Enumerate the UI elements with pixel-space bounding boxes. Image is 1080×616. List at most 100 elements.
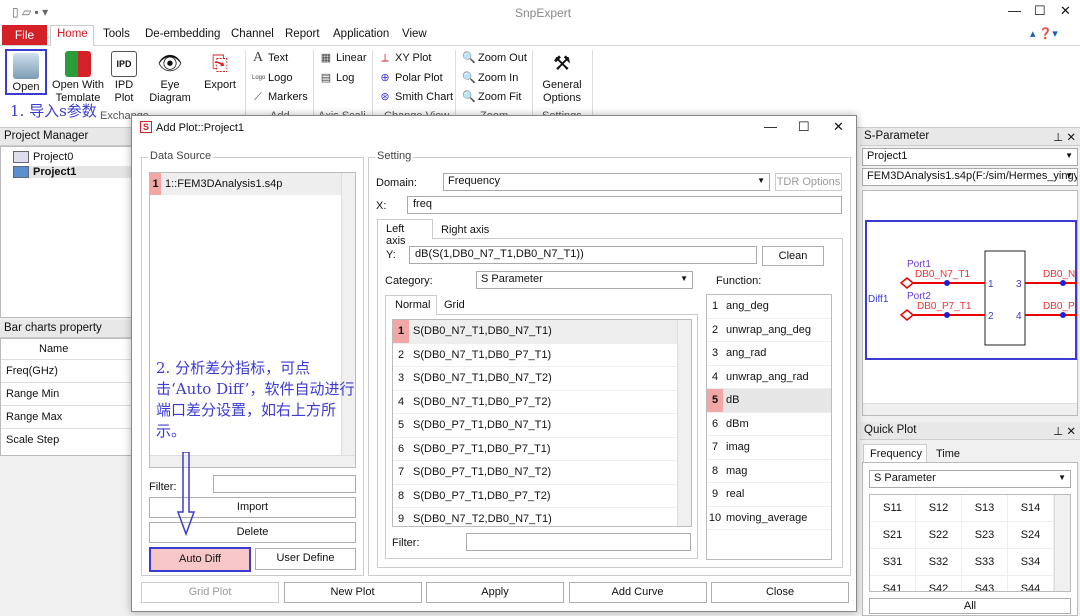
tab-left-axis[interactable]: Left axis	[377, 219, 433, 247]
parameter-item[interactable]: 6 S(DB0_P7_T1,DB0_P7_T1)	[393, 438, 691, 461]
parameter-item[interactable]: 3 S(DB0_N7_T1,DB0_N7_T2)	[393, 367, 691, 391]
s-param-cell[interactable]: S34	[1008, 549, 1054, 576]
function-item[interactable]: 4 unwrap_ang_rad	[707, 366, 831, 389]
open-button[interactable]: Open	[5, 49, 47, 95]
y-expression-input[interactable]: dB(S(1,DB0_N7_T1,DB0_N7_T1))	[409, 246, 757, 264]
dialog-close-button[interactable]: ✕	[833, 119, 844, 135]
all-button[interactable]: All	[869, 598, 1071, 614]
zoom-fit-button[interactable]: 🔍 Zoom Fit	[462, 91, 521, 103]
clean-button[interactable]: Clean	[762, 246, 824, 266]
s-param-cell[interactable]: S22	[916, 522, 962, 549]
s-param-cell[interactable]: S14	[1008, 495, 1054, 522]
help-icon[interactable]: ▴ ❓▾	[1030, 27, 1058, 40]
tab-application[interactable]: Application	[333, 28, 389, 40]
x-input[interactable]: freq	[407, 196, 842, 214]
tab-grid[interactable]: Grid	[444, 299, 465, 311]
s-param-cell[interactable]: S33	[962, 549, 1008, 576]
tab-right-axis[interactable]: Right axis	[441, 224, 489, 236]
function-item[interactable]: 2 unwrap_ang_deg	[707, 319, 831, 342]
function-item[interactable]: 6 dBm	[707, 413, 831, 436]
s-param-cell[interactable]: S24	[1008, 522, 1054, 549]
property-row[interactable]: Scale Step	[1, 429, 134, 452]
tab-normal[interactable]: Normal	[385, 295, 437, 315]
tab-view[interactable]: View	[402, 28, 427, 40]
log-button[interactable]: ▤ Log	[320, 72, 355, 84]
s-param-cell[interactable]: S41	[870, 576, 916, 591]
auto-diff-button[interactable]: Auto Diff	[149, 547, 251, 572]
property-row[interactable]: Freq(GHz)	[1, 360, 134, 383]
user-define-button[interactable]: User Define	[255, 548, 356, 570]
s-param-cell[interactable]: S43	[962, 576, 1008, 591]
domain-select[interactable]: Frequency	[443, 173, 770, 191]
category-select[interactable]: S Parameter	[476, 271, 693, 289]
tree-item-project1[interactable]: Project1	[13, 166, 136, 178]
s-param-cell[interactable]: S42	[916, 576, 962, 591]
s-param-cell[interactable]: S32	[916, 549, 962, 576]
open-with-template-button[interactable]: Open With Template	[50, 51, 106, 105]
xy-plot-button[interactable]: ⟂ XY Plot	[379, 52, 431, 64]
list-item[interactable]: 1 1::FEM3DAnalysis1.s4p	[150, 173, 355, 195]
zoom-in-button[interactable]: 🔍 Zoom In	[462, 72, 518, 84]
s-param-cell[interactable]: S31	[870, 549, 916, 576]
s-param-cell[interactable]: S13	[962, 495, 1008, 522]
export-button[interactable]: ⎘ Export	[200, 51, 240, 92]
s-param-cell[interactable]: S12	[916, 495, 962, 522]
apply-button[interactable]: Apply	[426, 582, 564, 603]
parameter-item[interactable]: 1 S(DB0_N7_T1,DB0_N7_T1)	[393, 320, 691, 344]
maximize-button[interactable]: ☐	[1034, 3, 1046, 19]
file-select[interactable]: FEM3DAnalysis1.s4p(F:/sim/Hermes_yingyo	[862, 168, 1078, 186]
polar-plot-button[interactable]: ⊕ Polar Plot	[379, 72, 442, 84]
function-item[interactable]: 5 dB	[707, 388, 831, 413]
data-source-filter-input[interactable]	[213, 475, 356, 493]
pin-close-icons[interactable]: ⊥ ✕	[1053, 424, 1076, 438]
tab-de-embedding[interactable]: De-embedding	[145, 28, 220, 40]
s-param-cell[interactable]: S44	[1008, 576, 1054, 591]
s-param-cell[interactable]: S21	[870, 522, 916, 549]
zoom-out-button[interactable]: 🔍 Zoom Out	[462, 52, 527, 64]
tab-report[interactable]: Report	[285, 28, 320, 40]
horizontal-scrollbar[interactable]	[863, 403, 1077, 415]
close-button[interactable]: ✕	[1060, 3, 1071, 19]
tab-tools[interactable]: Tools	[103, 28, 130, 40]
function-item[interactable]: 10 moving_average	[707, 507, 831, 530]
tab-time[interactable]: Time	[936, 448, 960, 460]
tab-home[interactable]: Home	[57, 28, 88, 40]
add-text-button[interactable]: A Text	[252, 51, 288, 65]
parameter-item[interactable]: 7 S(DB0_P7_T1,DB0_N7_T2)	[393, 461, 691, 485]
parameter-item[interactable]: 4 S(DB0_N7_T1,DB0_P7_T2)	[393, 391, 691, 414]
eye-diagram-button[interactable]: 👁 Eye Diagram	[145, 51, 195, 105]
general-options-button[interactable]: ⚒ General Options	[538, 51, 586, 105]
category-select[interactable]: S Parameter	[869, 470, 1071, 488]
smith-chart-button[interactable]: ⊛ Smith Chart	[379, 91, 453, 103]
parameter-item[interactable]: 2 S(DB0_N7_T1,DB0_P7_T1)	[393, 344, 691, 367]
function-item[interactable]: 9 real	[707, 483, 831, 507]
vertical-scrollbar[interactable]	[677, 320, 691, 526]
ipd-plot-button[interactable]: IPD IPD Plot	[108, 51, 140, 105]
project-select[interactable]: Project1	[862, 148, 1078, 166]
function-item[interactable]: 1 ang_deg	[707, 295, 831, 319]
linear-button[interactable]: ▦ Linear	[320, 52, 367, 64]
vertical-scrollbar[interactable]	[1054, 495, 1070, 591]
function-item[interactable]: 8 mag	[707, 460, 831, 483]
file-menu[interactable]: File	[2, 25, 47, 45]
tab-frequency[interactable]: Frequency	[863, 444, 927, 463]
close-button[interactable]: Close	[711, 582, 849, 603]
add-curve-button[interactable]: Add Curve	[568, 582, 707, 603]
tab-channel[interactable]: Channel	[231, 28, 274, 40]
tree-item-project0[interactable]: Project0	[13, 151, 73, 163]
add-logo-button[interactable]: Logo Logo	[252, 72, 292, 84]
function-item[interactable]: 7 imag	[707, 436, 831, 460]
new-plot-button[interactable]: New Plot	[283, 582, 422, 603]
quick-access-icons[interactable]: ▯ ▱ ▪ ▾	[12, 5, 48, 19]
add-markers-button[interactable]: ⟋ Markers	[252, 91, 308, 103]
s-param-cell[interactable]: S11	[870, 495, 916, 522]
function-item[interactable]: 3 ang_rad	[707, 342, 831, 366]
property-row[interactable]: Range Max	[1, 406, 134, 429]
parameter-filter-input[interactable]	[466, 533, 691, 551]
s-param-cell[interactable]: S23	[962, 522, 1008, 549]
parameter-item[interactable]: 8 S(DB0_P7_T1,DB0_P7_T2)	[393, 485, 691, 508]
parameter-item[interactable]: 5 S(DB0_P7_T1,DB0_N7_T1)	[393, 414, 691, 438]
tdr-options-button[interactable]: TDR Options	[775, 173, 842, 191]
minimize-button[interactable]: —	[1008, 3, 1021, 18]
grid-plot-button[interactable]: Grid Plot	[141, 582, 279, 603]
